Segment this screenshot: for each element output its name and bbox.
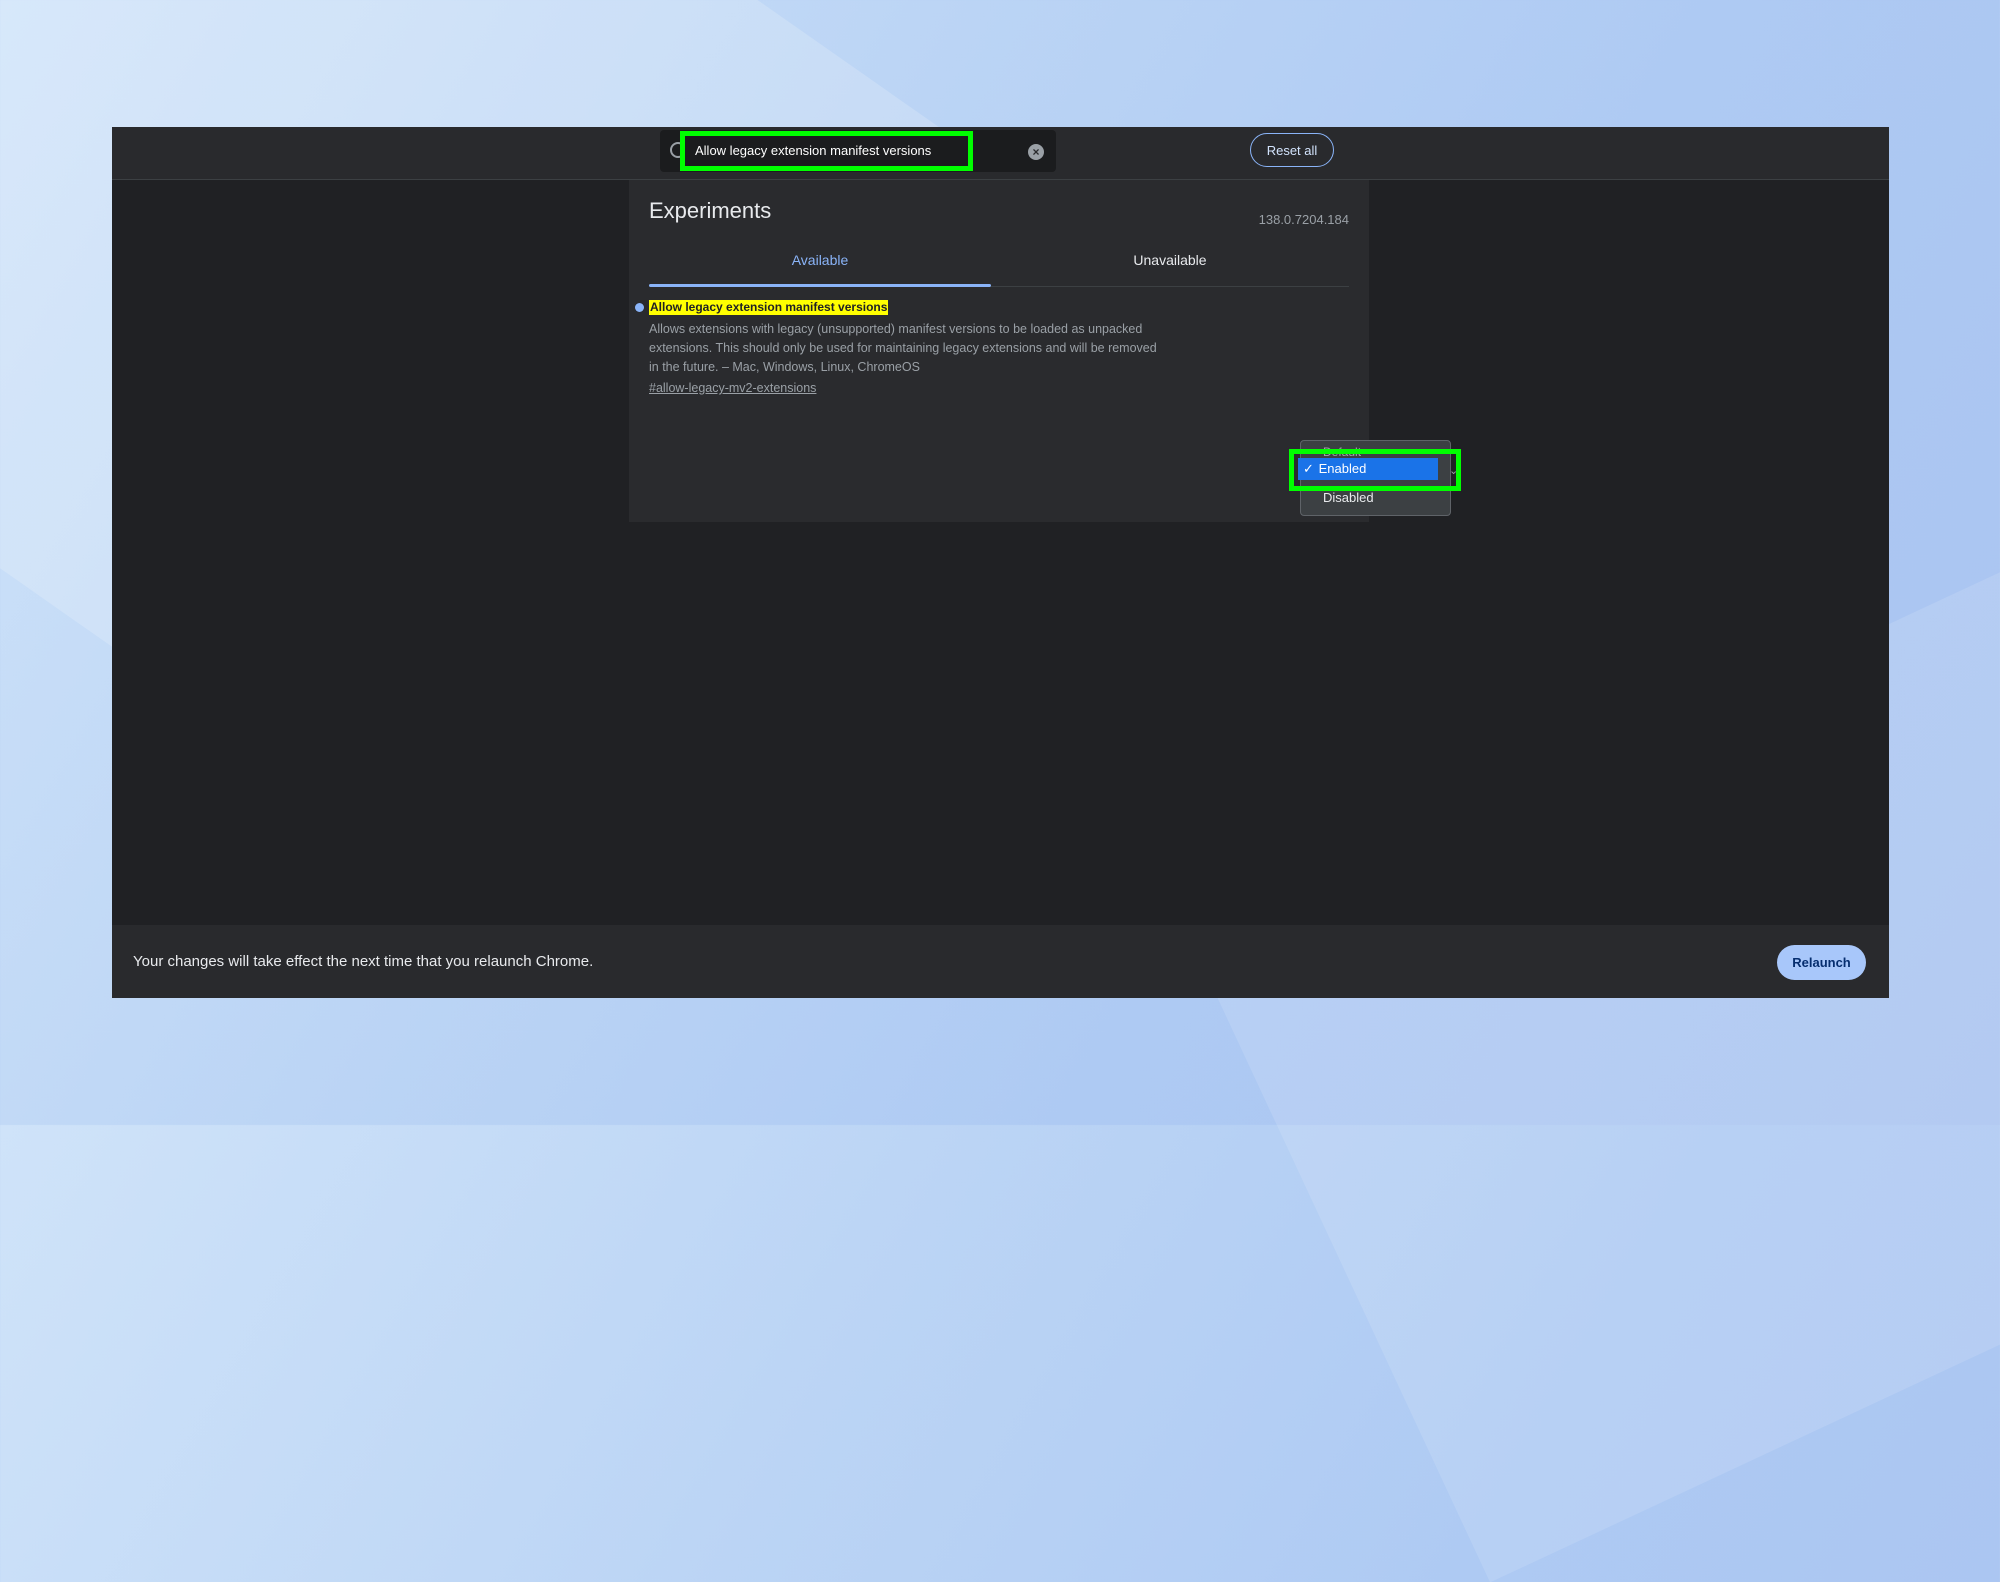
relaunch-button[interactable]: Relaunch	[1777, 945, 1866, 980]
search-input[interactable]	[689, 139, 959, 163]
search-highlight	[680, 131, 973, 171]
relaunch-message: Your changes will take effect the next t…	[133, 953, 594, 970]
dropdown-option-disabled[interactable]: Disabled	[1323, 490, 1374, 505]
relaunch-footer: Your changes will take effect the next t…	[112, 925, 1889, 998]
checkmark-icon: ✓	[1303, 461, 1314, 476]
active-tab-indicator	[649, 284, 991, 287]
dropdown-option-enabled[interactable]: ✓ Enabled	[1298, 458, 1438, 480]
chrome-flags-window: × Reset all Experiments 138.0.7204.184 A…	[112, 127, 1889, 998]
experiment-permalink[interactable]: #allow-legacy-mv2-extensions	[649, 381, 816, 395]
dropdown-option-enabled-label: Enabled	[1318, 461, 1367, 476]
experiment-title: Allow legacy extension manifest versions	[649, 300, 889, 315]
version-label: 138.0.7204.184	[1258, 212, 1349, 227]
tab-unavailable[interactable]: Unavailable	[991, 252, 1349, 280]
top-bar: × Reset all	[112, 127, 1889, 180]
search-bar[interactable]: ×	[660, 130, 1056, 172]
enabled-option-highlight: ✓ Enabled ⌄	[1289, 449, 1461, 491]
page-title: Experiments	[649, 198, 772, 223]
clear-search-icon[interactable]: ×	[1028, 144, 1044, 160]
reset-all-button[interactable]: Reset all	[1250, 133, 1334, 167]
chevron-down-icon: ⌄	[1449, 465, 1459, 477]
tab-divider	[991, 286, 1349, 287]
modified-indicator-dot	[635, 303, 644, 312]
experiment-description: Allows extensions with legacy (unsupport…	[649, 322, 1157, 374]
tab-available[interactable]: Available	[649, 252, 991, 280]
experiments-panel: Experiments 138.0.7204.184 Available Una…	[629, 180, 1369, 522]
